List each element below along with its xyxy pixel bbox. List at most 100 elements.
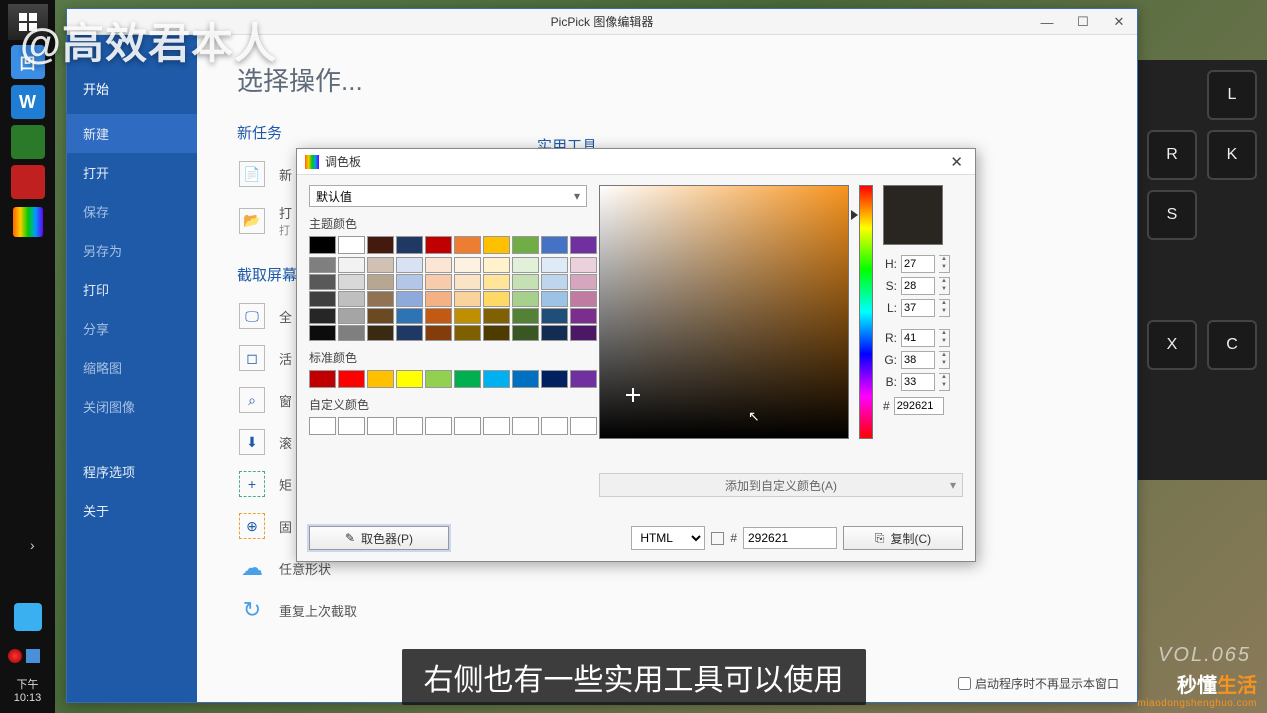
taskbar-app-2[interactable]: W — [8, 84, 48, 120]
color-swatch[interactable] — [309, 257, 336, 273]
menu-thumb[interactable]: 缩略图 — [67, 348, 197, 387]
color-swatch[interactable] — [367, 370, 394, 388]
color-swatch[interactable] — [338, 236, 365, 254]
color-swatch[interactable] — [454, 417, 481, 435]
dialog-titlebar[interactable]: 调色板 ✕ — [297, 149, 975, 175]
color-swatch[interactable] — [425, 236, 452, 254]
color-swatch[interactable] — [309, 274, 336, 290]
color-swatch[interactable] — [425, 325, 452, 341]
item-repeat[interactable]: ↻重复上次截取 — [237, 589, 527, 631]
color-swatch[interactable] — [570, 291, 597, 307]
color-swatch[interactable] — [396, 236, 423, 254]
color-swatch[interactable] — [396, 257, 423, 273]
hue-slider[interactable] — [859, 185, 873, 439]
color-swatch[interactable] — [396, 417, 423, 435]
color-swatch[interactable] — [396, 325, 423, 341]
color-swatch[interactable] — [454, 325, 481, 341]
s-input[interactable] — [901, 277, 935, 295]
color-swatch[interactable] — [454, 236, 481, 254]
l-input[interactable] — [901, 299, 935, 317]
b-input[interactable] — [901, 373, 935, 391]
color-swatch[interactable] — [396, 308, 423, 324]
color-swatch[interactable] — [570, 308, 597, 324]
color-swatch[interactable] — [454, 257, 481, 273]
color-swatch[interactable] — [483, 274, 510, 290]
taskbar-app-4[interactable] — [8, 164, 48, 200]
color-swatch[interactable] — [512, 325, 539, 341]
menu-start[interactable]: 开始 — [67, 79, 197, 108]
color-swatch[interactable] — [541, 325, 568, 341]
color-swatch[interactable] — [512, 308, 539, 324]
color-swatch[interactable] — [367, 257, 394, 273]
spinner[interactable]: ▲▼ — [939, 299, 950, 317]
close-button[interactable]: ✕ — [1101, 9, 1137, 35]
color-swatch[interactable] — [425, 370, 452, 388]
color-swatch[interactable] — [367, 417, 394, 435]
color-swatch[interactable] — [454, 308, 481, 324]
color-swatch[interactable] — [425, 417, 452, 435]
color-swatch[interactable] — [512, 417, 539, 435]
color-swatch[interactable] — [541, 417, 568, 435]
spinner[interactable]: ▲▼ — [939, 329, 950, 347]
system-tray[interactable] — [8, 649, 40, 663]
color-swatch[interactable] — [541, 236, 568, 254]
menu-options[interactable]: 程序选项 — [67, 452, 197, 491]
spinner[interactable]: ▲▼ — [939, 351, 950, 369]
color-swatch[interactable] — [483, 291, 510, 307]
spinner[interactable]: ▲▼ — [939, 255, 950, 273]
color-swatch[interactable] — [483, 325, 510, 341]
color-swatch[interactable] — [512, 370, 539, 388]
color-swatch[interactable] — [367, 325, 394, 341]
format-select[interactable]: HTML — [631, 526, 705, 550]
menu-open[interactable]: 打开 — [67, 153, 197, 192]
menu-saveas[interactable]: 另存为 — [67, 231, 197, 270]
color-swatch[interactable] — [425, 291, 452, 307]
color-swatch[interactable] — [541, 370, 568, 388]
color-swatch[interactable] — [367, 236, 394, 254]
color-swatch[interactable] — [454, 291, 481, 307]
color-swatch[interactable] — [570, 236, 597, 254]
add-to-custom-button[interactable]: 添加到自定义颜色(A) ▾ — [599, 473, 963, 497]
color-swatch[interactable] — [338, 325, 365, 341]
color-swatch[interactable] — [425, 257, 452, 273]
color-swatch[interactable] — [309, 236, 336, 254]
format-hex-input[interactable] — [743, 527, 837, 549]
color-swatch[interactable] — [309, 325, 336, 341]
taskbar-expand[interactable]: › — [30, 537, 35, 553]
color-swatch[interactable] — [367, 274, 394, 290]
eyedropper-button[interactable]: ✎ 取色器(P) — [309, 526, 449, 550]
taskbar-picpick[interactable] — [8, 204, 48, 240]
color-swatch[interactable] — [483, 417, 510, 435]
color-swatch[interactable] — [483, 236, 510, 254]
taskbar-clock[interactable]: 下午 10:13 — [0, 679, 55, 705]
menu-closeimg[interactable]: 关闭图像 — [67, 387, 197, 426]
h-input[interactable] — [901, 255, 935, 273]
color-swatch[interactable] — [309, 370, 336, 388]
color-swatch[interactable] — [367, 291, 394, 307]
color-swatch[interactable] — [425, 308, 452, 324]
color-swatch[interactable] — [425, 274, 452, 290]
color-swatch[interactable] — [338, 291, 365, 307]
color-swatch[interactable] — [483, 308, 510, 324]
color-swatch[interactable] — [309, 417, 336, 435]
color-swatch[interactable] — [483, 370, 510, 388]
color-swatch[interactable] — [570, 370, 597, 388]
menu-save[interactable]: 保存 — [67, 192, 197, 231]
color-swatch[interactable] — [338, 370, 365, 388]
dialog-close-button[interactable]: ✕ — [944, 153, 969, 171]
color-swatch[interactable] — [396, 274, 423, 290]
copy-button[interactable]: ⎘ 复制(C) — [843, 526, 963, 550]
menu-share[interactable]: 分享 — [67, 309, 197, 348]
color-swatch[interactable] — [338, 274, 365, 290]
spinner[interactable]: ▲▼ — [939, 277, 950, 295]
menu-print[interactable]: 打印 — [67, 270, 197, 309]
color-swatch[interactable] — [570, 274, 597, 290]
sv-gradient[interactable]: ↖ — [599, 185, 849, 439]
color-swatch[interactable] — [541, 291, 568, 307]
color-swatch[interactable] — [541, 308, 568, 324]
color-swatch[interactable] — [454, 274, 481, 290]
color-swatch[interactable] — [512, 291, 539, 307]
maximize-button[interactable]: ☐ — [1065, 9, 1101, 35]
color-swatch[interactable] — [541, 274, 568, 290]
color-swatch[interactable] — [367, 308, 394, 324]
